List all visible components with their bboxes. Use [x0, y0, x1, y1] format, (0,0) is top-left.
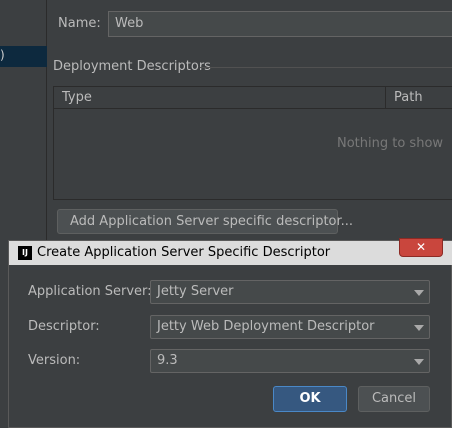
intellij-icon: IJ	[18, 246, 32, 260]
descriptor-label: Descriptor:	[28, 319, 100, 334]
empty-table-text: Nothing to show	[337, 136, 444, 151]
cancel-button[interactable]: Cancel	[358, 386, 430, 412]
add-descriptor-button[interactable]: Add Application Server specific descript…	[57, 209, 353, 234]
chevron-down-icon[interactable]	[414, 359, 424, 365]
chevron-down-icon[interactable]	[414, 290, 424, 296]
application-server-value: Jetty Server	[157, 284, 234, 299]
descriptor-value: Jetty Web Deployment Descriptor	[157, 319, 375, 334]
name-input[interactable]: Web	[108, 11, 452, 37]
name-label: Name:	[58, 16, 101, 31]
name-value: Web	[115, 16, 144, 31]
version-select[interactable]: 9.3	[150, 349, 430, 373]
close-icon[interactable]: ✕	[399, 238, 443, 257]
dialog-title: Create Application Server Specific Descr…	[37, 245, 331, 260]
descriptor-select[interactable]: Jetty Web Deployment Descriptor	[150, 315, 430, 339]
table-header	[54, 87, 452, 109]
application-server-label: Application Server:	[28, 284, 152, 299]
chevron-down-icon[interactable]	[414, 325, 424, 331]
column-divider[interactable]	[385, 87, 386, 109]
version-label: Version:	[28, 353, 81, 368]
section-divider	[200, 67, 452, 68]
tree-item-label: )	[0, 48, 5, 62]
ok-button[interactable]: OK	[273, 386, 347, 412]
column-header-path[interactable]: Path	[394, 90, 423, 105]
application-server-select[interactable]: Jetty Server	[150, 280, 430, 304]
version-value: 9.3	[157, 353, 178, 368]
section-title: Deployment Descriptors	[53, 59, 211, 74]
column-header-type[interactable]: Type	[62, 90, 92, 105]
tree-selected-item[interactable]: )	[0, 46, 47, 67]
